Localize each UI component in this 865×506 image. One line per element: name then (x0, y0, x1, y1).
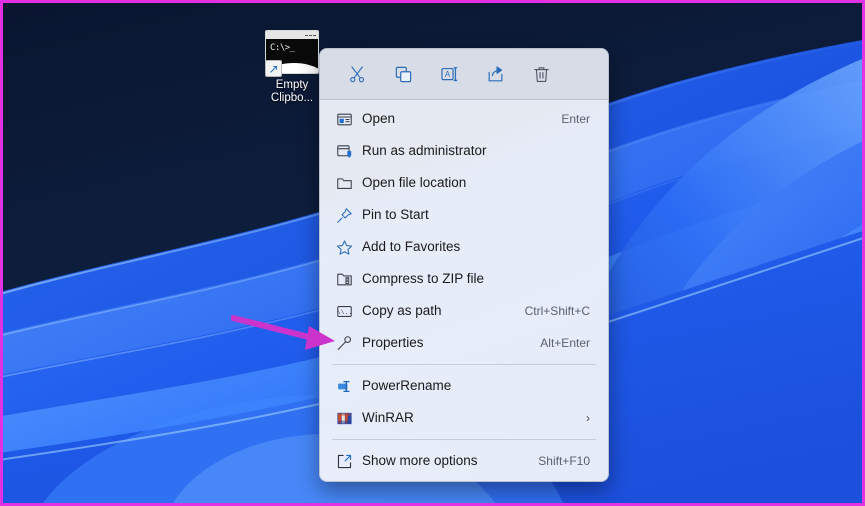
menu-item-label: Properties (362, 335, 424, 351)
cut-button[interactable] (334, 57, 380, 91)
folder-icon (336, 174, 362, 192)
wrench-icon (336, 334, 362, 352)
menu-item-run-as-administrator[interactable]: Run as administrator (324, 135, 604, 167)
rename-button[interactable]: A (426, 57, 472, 91)
svg-text:\\..: \\.. (337, 308, 352, 315)
menu-item-label: PowerRename (362, 378, 452, 394)
menu-item-properties[interactable]: Properties Alt+Enter (324, 327, 604, 359)
star-icon (336, 238, 362, 256)
powerrename-icon (336, 377, 362, 395)
rename-icon: A (440, 65, 459, 84)
cmd-titlebar (266, 31, 318, 39)
winrar-icon (336, 409, 362, 427)
delete-button[interactable] (518, 57, 564, 91)
zip-folder-icon (336, 270, 362, 288)
menu-item-label: Copy as path (362, 303, 442, 319)
menu-item-accel: Enter (561, 112, 590, 126)
menu-item-winrar[interactable]: WinRAR › (324, 402, 604, 434)
shortcut-arrow-icon: ↗ (265, 60, 282, 77)
svg-text:A: A (444, 69, 450, 78)
open-window-icon (336, 110, 362, 128)
copy-button[interactable] (380, 57, 426, 91)
scissors-icon (348, 65, 367, 84)
copy-path-icon: \\.. (336, 302, 362, 320)
menu-item-label: Run as administrator (362, 143, 487, 159)
menu-item-label: WinRAR (362, 410, 414, 426)
menu-item-copy-as-path[interactable]: \\.. Copy as path Ctrl+Shift+C (324, 295, 604, 327)
menu-item-open-file-location[interactable]: Open file location (324, 167, 604, 199)
menu-item-accel: Alt+Enter (540, 336, 590, 350)
menu-separator (332, 439, 596, 440)
menu-item-open[interactable]: Open Enter (324, 103, 604, 135)
chevron-right-icon: › (586, 411, 590, 425)
context-menu-toolbar: A (320, 49, 608, 100)
share-button[interactable] (472, 57, 518, 91)
menu-item-show-more-options[interactable]: Show more options Shift+F10 (324, 445, 604, 477)
menu-item-compress-to-zip[interactable]: Compress to ZIP file (324, 263, 604, 295)
menu-item-label: Open file location (362, 175, 467, 191)
share-icon (486, 65, 505, 84)
menu-item-powerrename[interactable]: PowerRename (324, 370, 604, 402)
menu-item-label: Add to Favorites (362, 239, 461, 255)
menu-item-label: Pin to Start (362, 207, 429, 223)
pin-icon (336, 206, 362, 224)
expand-icon (336, 452, 362, 470)
menu-item-label: Open (362, 111, 396, 127)
context-menu[interactable]: A Open Enter Run as administrator Open f… (319, 48, 609, 482)
cmd-prompt-text: C:\>_ (270, 43, 295, 53)
menu-item-accel: Ctrl+Shift+C (524, 304, 590, 318)
trash-icon (532, 65, 551, 84)
copy-icon (394, 65, 413, 84)
context-menu-items: Open Enter Run as administrator Open fil… (320, 100, 608, 481)
menu-item-pin-to-start[interactable]: Pin to Start (324, 199, 604, 231)
shield-window-icon (336, 142, 362, 160)
menu-item-add-to-favorites[interactable]: Add to Favorites (324, 231, 604, 263)
menu-item-accel: Shift+F10 (538, 454, 590, 468)
desktop: C:\>_ ↗ Empty Clipbo... A Open Enter Run… (3, 3, 862, 503)
menu-item-label: Compress to ZIP file (362, 271, 485, 287)
menu-separator (332, 364, 596, 365)
menu-item-label: Show more options (362, 453, 478, 469)
